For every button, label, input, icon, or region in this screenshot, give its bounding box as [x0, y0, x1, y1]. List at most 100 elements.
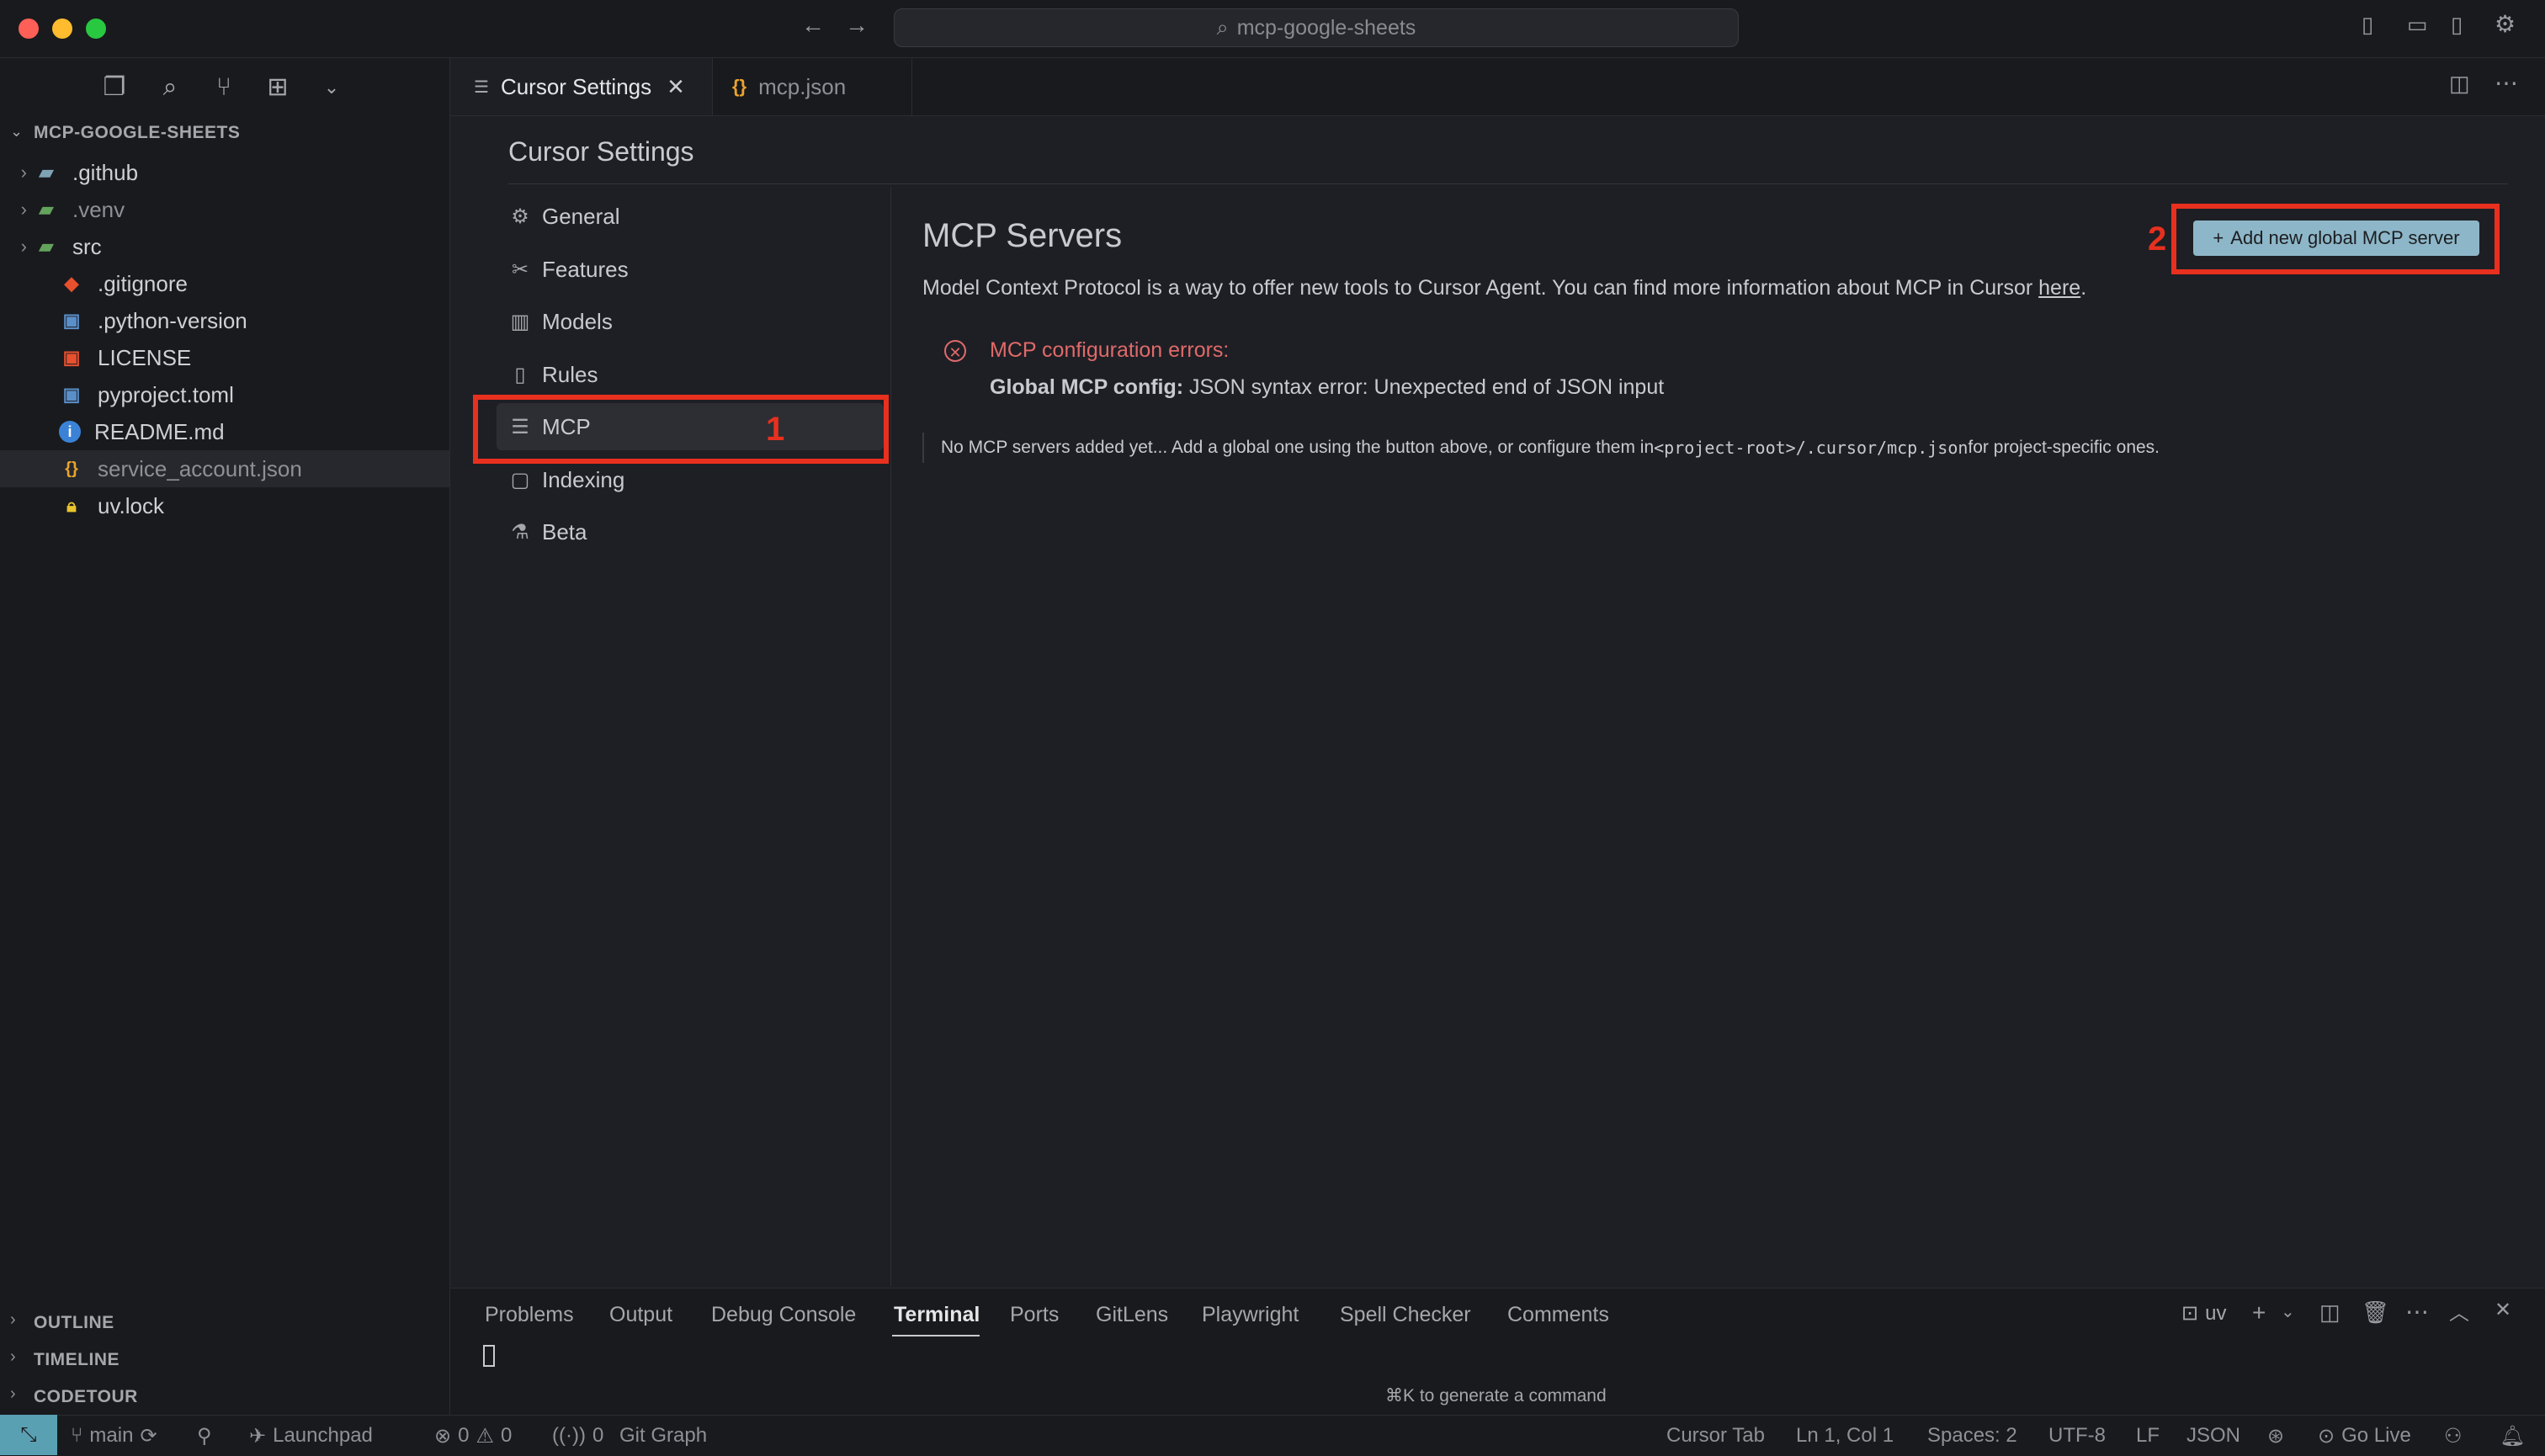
json-braces-icon: {} — [732, 76, 747, 97]
go-live-button[interactable]: ⊙ Go Live — [2318, 1424, 2411, 1448]
problems-indicator[interactable]: ⊗ 0 ⚠ 0 — [434, 1424, 512, 1448]
more-actions-icon[interactable]: ⋯ — [2495, 69, 2518, 97]
tree-item-src[interactable]: › ▰ src — [0, 228, 449, 265]
chevron-right-icon: › — [10, 1310, 16, 1329]
panel-tab-debug-console[interactable]: Debug Console — [711, 1303, 856, 1327]
outline-section[interactable]: OUTLINE — [34, 1313, 114, 1333]
gitlens-icon[interactable]: ⚲ — [197, 1424, 212, 1448]
panel-tab-comments[interactable]: Comments — [1507, 1303, 1609, 1327]
terminal-cursor[interactable] — [483, 1345, 495, 1367]
tree-item-label: .venv — [72, 196, 125, 222]
accounts-icon[interactable]: ⚇ — [2444, 1424, 2463, 1448]
note-text: No MCP servers added yet... Add a global… — [941, 438, 1655, 457]
tree-item-gitignore[interactable]: ◆ .gitignore — [0, 265, 449, 302]
toggle-secondary-sidebar-icon[interactable]: ▯ — [2451, 12, 2463, 38]
panel-tab-output[interactable]: Output — [609, 1303, 672, 1327]
chevron-right-icon: › — [10, 1347, 16, 1366]
remote-indicator-button[interactable]: ⤡ — [0, 1415, 57, 1455]
chevron-down-icon[interactable]: ⌄ — [10, 123, 23, 141]
panel-tab-spell-checker[interactable]: Spell Checker — [1340, 1303, 1471, 1327]
remote-icon: ⤡ — [20, 1423, 37, 1446]
line-ending[interactable]: LF — [2136, 1424, 2160, 1448]
split-editor-icon[interactable]: ◫ — [2449, 71, 2470, 97]
nav-item-general[interactable]: ⚙ General — [508, 193, 879, 240]
panel-tab-playwright[interactable]: Playwright — [1202, 1303, 1299, 1327]
nav-item-models[interactable]: ▥ Models — [508, 298, 879, 345]
info-icon: i — [59, 421, 81, 443]
back-arrow-icon[interactable]: ← — [801, 12, 825, 39]
tree-item-pyproject[interactable]: ▣ pyproject.toml — [0, 376, 449, 413]
tree-item-uv-lock[interactable]: 🔒︎ uv.lock — [0, 487, 449, 524]
git-icon: ◆ — [64, 273, 79, 294]
tree-item-label: uv.lock — [98, 492, 164, 518]
panel-tab-ports[interactable]: Ports — [1010, 1303, 1059, 1327]
note-text: for project-specific ones. — [1968, 438, 2160, 457]
terminal-selector[interactable]: ⊡ uv — [2181, 1301, 2226, 1326]
language-mode[interactable]: JSON — [2186, 1424, 2240, 1448]
docs-link[interactable]: here — [2038, 276, 2080, 300]
close-panel-icon[interactable]: ✕ — [2495, 1298, 2511, 1322]
trash-icon[interactable]: 🗑︎ — [2362, 1299, 2389, 1326]
chevron-down-icon[interactable]: ⌄ — [2281, 1301, 2295, 1322]
split-terminal-icon[interactable]: ◫ — [2319, 1299, 2340, 1326]
folder-icon: ▰ — [39, 162, 54, 183]
cursor-position[interactable]: Ln 1, Col 1 — [1796, 1424, 1894, 1448]
terminal-name: uv — [2205, 1301, 2227, 1325]
close-icon[interactable]: ✕ — [667, 74, 685, 100]
go-live-label: Go Live — [2341, 1424, 2411, 1447]
timeline-section[interactable]: TIMELINE — [34, 1350, 120, 1370]
tree-item-service-account[interactable]: {} service_account.json — [0, 450, 449, 487]
copilot-icon[interactable]: ⊛ — [2267, 1424, 2284, 1448]
toggle-sidebar-icon[interactable]: ▯ — [2362, 12, 2373, 38]
tree-item-python-version[interactable]: ▣ .python-version — [0, 302, 449, 339]
more-actions-icon[interactable]: ⋯ — [2405, 1298, 2429, 1326]
panel-tab-gitlens[interactable]: GitLens — [1096, 1303, 1168, 1327]
codetour-section[interactable]: CODETOUR — [34, 1387, 138, 1407]
gear-icon: ⚙ — [511, 205, 529, 228]
broadcast-icon: ((·)) — [552, 1424, 586, 1447]
maximize-panel-icon[interactable]: ︿ — [2449, 1296, 2469, 1326]
search-icon: ⌕ — [1216, 15, 1229, 40]
nav-item-features[interactable]: ✂ Features — [508, 246, 879, 293]
tab-label: mcp.json — [758, 73, 847, 99]
ports-indicator[interactable]: ((·)) 0 — [552, 1424, 603, 1448]
cursor-tab-status[interactable]: Cursor Tab — [1666, 1424, 1765, 1448]
error-count: 0 — [458, 1424, 470, 1447]
panel-tab-terminal[interactable]: Terminal — [894, 1303, 980, 1327]
active-tab-indicator — [892, 1335, 980, 1336]
tree-item-readme[interactable]: i README.md — [0, 413, 449, 450]
forward-arrow-icon[interactable]: → — [845, 12, 869, 39]
tree-item-venv[interactable]: › ▰ .venv — [0, 191, 449, 228]
extensions-icon[interactable]: ⊞ — [261, 71, 295, 104]
panel-tab-problems[interactable]: Problems — [485, 1303, 574, 1327]
toggle-panel-icon[interactable]: ▭ — [2407, 12, 2428, 38]
nav-label: Models — [542, 308, 613, 334]
note-path: <project-root>/.cursor/mcp.json — [1654, 438, 1969, 458]
add-terminal-icon[interactable]: + — [2252, 1299, 2266, 1326]
source-control-icon[interactable]: ⑂ — [207, 71, 241, 104]
explorer-title[interactable]: MCP-GOOGLE-SHEETS — [34, 123, 240, 143]
search-icon[interactable]: ⌕ — [153, 71, 187, 104]
explorer-icon[interactable]: ❐ — [98, 71, 131, 104]
command-center-search[interactable]: ⌕ mcp-google-sheets — [894, 8, 1739, 47]
nav-item-beta[interactable]: ⚗ Beta — [508, 508, 879, 555]
indentation[interactable]: Spaces: 2 — [1927, 1424, 2017, 1448]
git-graph-button[interactable]: Git Graph — [619, 1424, 707, 1448]
maximize-window-button[interactable] — [86, 19, 106, 39]
branch-indicator[interactable]: ⑂ main ⟳ — [71, 1424, 157, 1448]
minimize-window-button[interactable] — [52, 19, 72, 39]
tab-mcp-json[interactable]: {} mcp.json — [714, 58, 912, 115]
encoding[interactable]: UTF-8 — [2048, 1424, 2106, 1448]
launchpad-indicator[interactable]: ✈ Launchpad — [249, 1424, 373, 1448]
error-icon: ✕ — [944, 340, 966, 362]
close-window-button[interactable] — [19, 19, 39, 39]
nav-item-rules[interactable]: ▯ Rules — [508, 351, 879, 398]
chevron-down-icon[interactable]: ⌄ — [315, 71, 348, 104]
gear-icon[interactable]: ⚙ — [2495, 10, 2516, 38]
bell-icon[interactable]: 🔔︎ — [2500, 1424, 2525, 1448]
tab-cursor-settings[interactable]: ☰ Cursor Settings ✕ — [450, 58, 713, 115]
tree-item-label: pyproject.toml — [98, 381, 234, 407]
tree-item-github[interactable]: › ▰ .github — [0, 154, 449, 191]
tree-item-license[interactable]: ▣ LICENSE — [0, 339, 449, 376]
status-bar — [0, 1415, 2545, 1456]
